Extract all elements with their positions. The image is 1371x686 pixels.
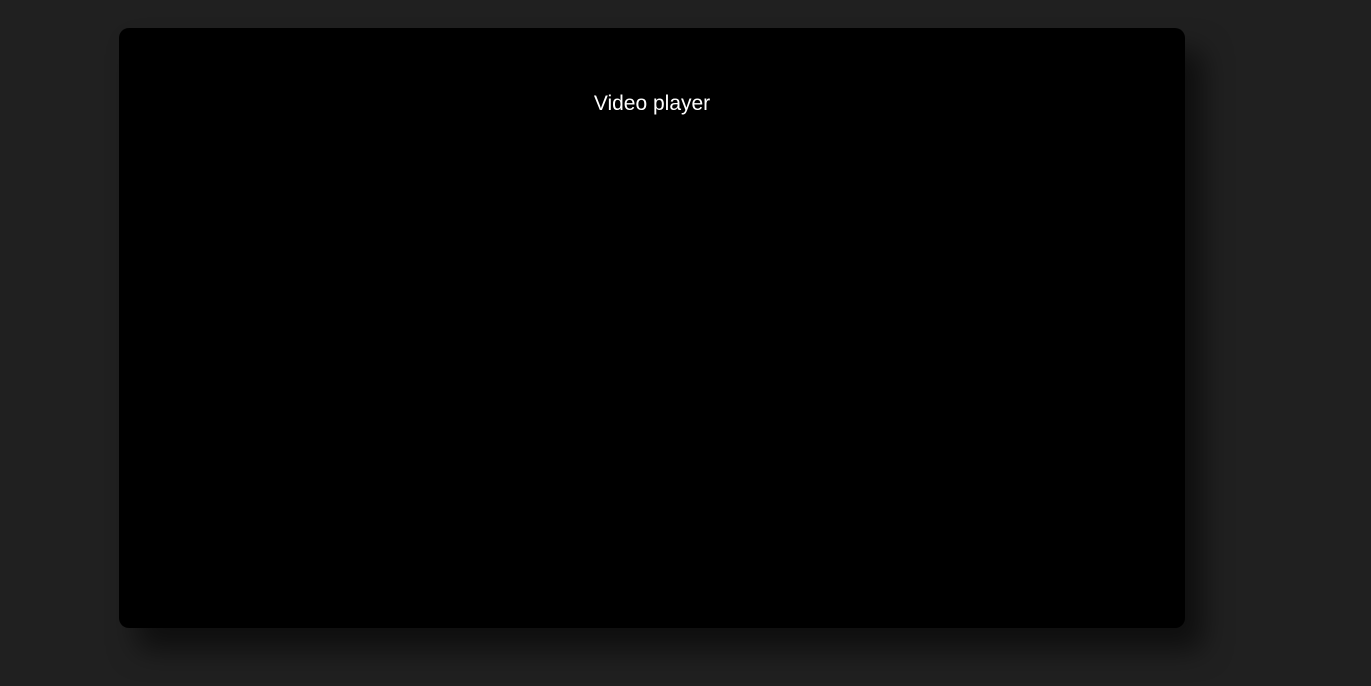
video-player-title: Video player	[593, 92, 711, 115]
page-background: Video player	[0, 0, 1371, 686]
video-player[interactable]: Video player	[119, 28, 1185, 628]
